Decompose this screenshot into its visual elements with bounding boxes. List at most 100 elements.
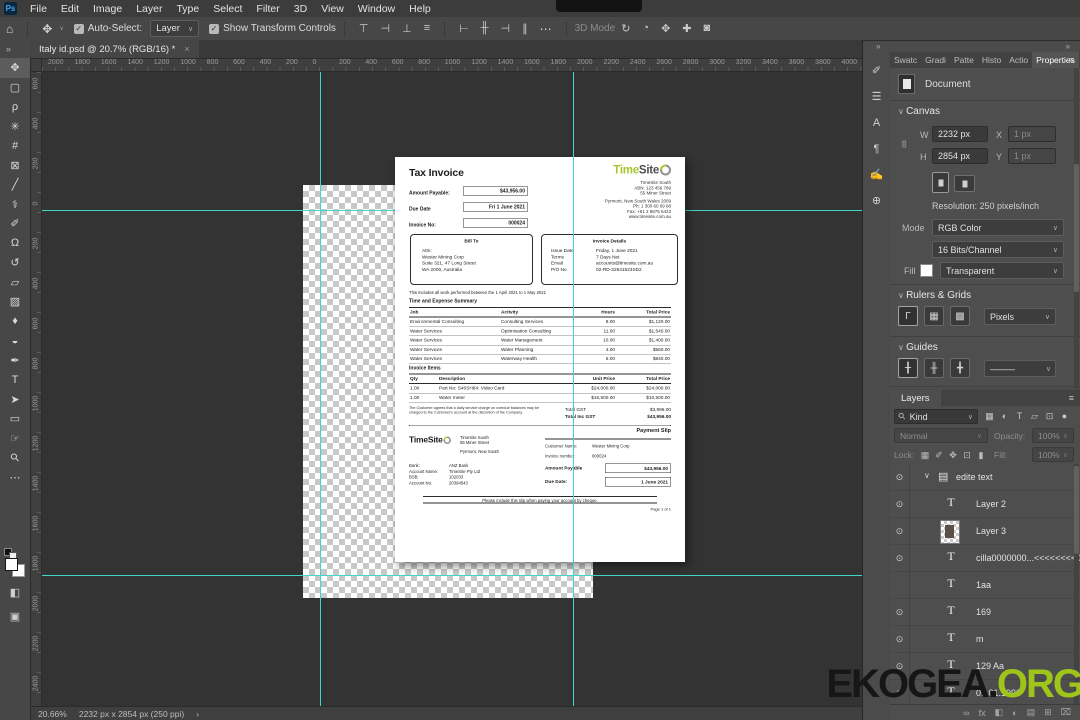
collapse-panels-icon[interactable]: » — [876, 42, 880, 51]
adjustment-layer-icon[interactable]: ◐ — [1012, 708, 1017, 718]
menu-3d[interactable]: 3D — [287, 3, 314, 15]
zoom-level[interactable]: 20.66% — [38, 709, 67, 719]
chevron-down-icon[interactable]: ∨ — [924, 471, 930, 480]
menu-edit[interactable]: Edit — [54, 3, 86, 15]
tab-swatc[interactable]: Swatc — [890, 52, 921, 68]
align-top-icon[interactable]: ⊤ — [353, 22, 375, 35]
tab-actio[interactable]: Actio — [1005, 52, 1032, 68]
layer-row[interactable]: ⊙Tcilla0000000...<<<<<<<<0 d — [890, 545, 1080, 572]
panel-menu-icon[interactable]: ≡ — [1069, 393, 1074, 403]
vertical-guide[interactable] — [320, 72, 321, 706]
close-icon[interactable]: × — [184, 44, 189, 54]
document-viewport[interactable]: Tax Invoice TimeSite TimeSite SouthABN: … — [42, 72, 862, 706]
delete-layer-icon[interactable]: ⌧ — [1061, 707, 1071, 718]
gradient-tool[interactable]: ▨ — [0, 292, 30, 312]
pen-tool[interactable]: ✒ — [0, 351, 30, 371]
filter-shape-layers-icon[interactable]: ▱ — [1027, 409, 1042, 424]
eraser-tool[interactable]: ▱ — [0, 273, 30, 293]
3d-slide-icon[interactable]: ✚ — [676, 22, 697, 35]
rectangular-marquee-tool[interactable]: ▢ — [0, 78, 30, 98]
link-dimensions-icon[interactable]: ∞ — [898, 140, 910, 148]
quick-mask-icon[interactable]: ◧ — [0, 586, 30, 599]
filter-smart-objects-icon[interactable]: ⊡ — [1042, 409, 1057, 424]
3d-roll-icon[interactable]: ◔ — [636, 22, 655, 35]
zoom-tool[interactable]: ⚲ — [0, 448, 30, 468]
move-tool-preset-icon[interactable]: ✥ — [36, 22, 58, 36]
3d-camera-icon[interactable]: ◙ — [698, 22, 717, 35]
glyphs-panel-icon[interactable]: ✍ — [863, 162, 890, 188]
layer-row[interactable]: T1aa — [890, 572, 1080, 599]
layer-mask-icon[interactable]: ◧ — [995, 707, 1004, 718]
layer-row[interactable]: ⊙T169 — [890, 599, 1080, 626]
bit-depth-dropdown[interactable]: 16 Bits/Channel — [932, 241, 1064, 258]
portrait-orientation-button[interactable] — [932, 172, 949, 193]
layer-filter-dropdown[interactable]: ⚲ Kind — [894, 409, 978, 424]
rectangle-tool[interactable]: ▭ — [0, 409, 30, 429]
blend-mode-dropdown[interactable]: Normal — [894, 428, 988, 443]
guide-style-dropdown[interactable]: ——— — [984, 360, 1056, 377]
height-field[interactable]: 2854 px — [932, 148, 988, 164]
rulers-grids-section-header[interactable]: Rulers & Grids — [898, 290, 971, 301]
menu-layer[interactable]: Layer — [129, 3, 169, 15]
distribute-center-icon[interactable]: ╫ — [475, 22, 495, 35]
ruler-corner[interactable] — [30, 58, 42, 72]
quick-selection-tool[interactable]: ✳ — [0, 117, 30, 137]
toolbar-collapse-icon[interactable]: » — [0, 40, 30, 58]
ruler-toggle-icon[interactable]: Γ — [898, 306, 918, 326]
menu-select[interactable]: Select — [206, 3, 249, 15]
layer-row[interactable]: ⊙TLayer 2 — [890, 491, 1080, 518]
layer-row[interactable]: ⊙Tm — [890, 626, 1080, 653]
width-field[interactable]: 2232 px — [932, 126, 988, 142]
home-icon[interactable]: ⌂ — [0, 22, 19, 36]
eye-icon[interactable]: ⊙ — [890, 518, 910, 544]
eye-icon-hidden[interactable] — [890, 572, 910, 598]
distribute-vertical-icon[interactable]: ∥ — [516, 22, 534, 35]
layer-row[interactable]: ⊙Layer 3 — [890, 518, 1080, 545]
units-dropdown[interactable]: Pixels — [984, 308, 1056, 325]
status-chevron-icon[interactable]: › — [196, 709, 199, 719]
filter-type-layers-icon[interactable]: T — [1012, 409, 1027, 424]
document-tab[interactable]: Italy id.psd @ 20.7% (RGB/16) * × — [30, 40, 199, 58]
auto-select-target-dropdown[interactable]: Layer — [150, 20, 199, 37]
align-bottom-icon[interactable]: ⊥ — [396, 22, 418, 35]
tab-layers[interactable]: Layers — [890, 390, 941, 406]
show-transform-checkbox[interactable]: ✓ — [209, 24, 219, 34]
edit-toolbar-icon[interactable]: ⋯ — [0, 468, 30, 488]
auto-select-checkbox[interactable]: ✓ — [74, 24, 84, 34]
vertical-guide[interactable] — [573, 72, 574, 706]
menu-filter[interactable]: Filter — [249, 3, 286, 15]
crop-tool[interactable]: # — [0, 136, 30, 156]
distribute-left-icon[interactable]: ⊢ — [453, 22, 475, 35]
vertical-ruler[interactable]: 6004002000200400600800100012001400160018… — [30, 72, 42, 706]
landscape-orientation-button[interactable] — [954, 175, 975, 192]
panel-menu-icon[interactable]: ≡ — [1069, 55, 1074, 65]
frame-tool[interactable]: ⊠ — [0, 156, 30, 176]
menu-help[interactable]: Help — [402, 3, 438, 15]
menu-window[interactable]: Window — [351, 3, 402, 15]
eye-icon[interactable]: ⊙ — [890, 491, 910, 517]
scrollbar-thumb[interactable] — [1074, 164, 1079, 292]
menu-file[interactable]: File — [23, 3, 54, 15]
eye-icon[interactable]: ⊙ — [890, 599, 910, 625]
collapse-panels-icon[interactable]: » — [1066, 42, 1070, 51]
lock-paint-icon[interactable]: ✐ — [932, 448, 946, 462]
lock-all-icon[interactable]: ▮ — [974, 448, 988, 462]
paragraph-panel-icon[interactable]: ¶ — [863, 136, 890, 162]
path-selection-tool[interactable]: ➤ — [0, 390, 30, 410]
horizontal-ruler[interactable]: 2000180016001400120010008006004002000200… — [42, 58, 862, 72]
tab-gradi[interactable]: Gradi — [921, 52, 950, 68]
horizontal-guide[interactable] — [42, 575, 862, 576]
dodge-tool[interactable]: ◒ — [0, 331, 30, 351]
new-layer-icon[interactable]: ⊞ — [1044, 707, 1052, 718]
clone-stamp-tool[interactable]: Ω — [0, 234, 30, 254]
color-swatches[interactable] — [0, 548, 30, 578]
menu-image[interactable]: Image — [86, 3, 129, 15]
tab-histo[interactable]: Histo — [978, 52, 1005, 68]
history-brush-tool[interactable]: ↺ — [0, 253, 30, 273]
fill-swatch[interactable] — [920, 264, 933, 277]
type-tool[interactable]: T — [0, 370, 30, 390]
link-layers-icon[interactable]: ∞ — [963, 708, 969, 718]
canvas-section-header[interactable]: Canvas — [898, 106, 940, 117]
lock-transparent-icon[interactable]: ▦ — [918, 448, 932, 462]
brushes-panel-icon[interactable]: ✐ — [863, 58, 890, 84]
